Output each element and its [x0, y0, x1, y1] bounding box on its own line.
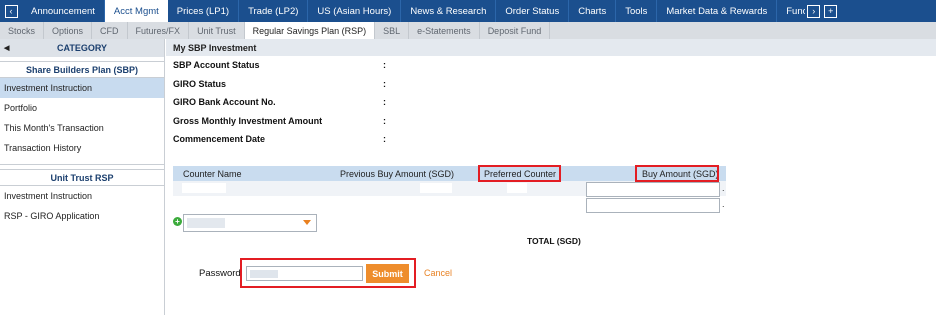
password-input[interactable]: [246, 266, 363, 281]
collapse-icon[interactable]: ◀: [4, 44, 9, 52]
tab-market-data-rewards[interactable]: Market Data & Rewards: [657, 0, 778, 22]
sidebar-item-rsp-giro-application[interactable]: RSP - GIRO Application: [0, 206, 164, 226]
info-label: Commencement Date: [173, 134, 266, 145]
sidebar-item-ut-investment-instruction[interactable]: Investment Instruction: [0, 186, 164, 206]
info-label: GIRO Bank Account No.: [173, 97, 276, 108]
category-label: CATEGORY: [56, 43, 107, 53]
row-dot: .: [722, 199, 725, 209]
add-tab-button[interactable]: +: [822, 0, 839, 22]
page-title: My SBP Investment: [166, 39, 936, 56]
subtab-cfd[interactable]: CFD: [92, 22, 128, 39]
category-header: ◀ CATEGORY: [0, 39, 164, 57]
counter-select[interactable]: [183, 214, 317, 232]
chevron-left-icon: ‹: [4, 4, 18, 18]
group-title-unit-trust-rsp: Unit Trust RSP: [0, 169, 164, 186]
subtab-unit-trust[interactable]: Unit Trust: [189, 22, 245, 39]
submit-button[interactable]: Submit: [366, 264, 409, 283]
redacted-cell: [182, 183, 226, 193]
subtab-sbl[interactable]: SBL: [375, 22, 410, 39]
tab-order-status[interactable]: Order Status: [496, 0, 570, 22]
info-row: GIRO Status:: [166, 75, 936, 94]
subtab-stocks[interactable]: Stocks: [0, 22, 45, 39]
info-colon: :: [383, 97, 386, 108]
add-counter-icon[interactable]: +: [173, 217, 182, 226]
redacted-cell: [507, 183, 527, 193]
password-label: Password: [199, 268, 241, 279]
info-row: Commencement Date:: [166, 130, 936, 149]
tab-prices-lp1[interactable]: Prices (LP1): [168, 0, 240, 22]
sidebar-item-this-month-transaction[interactable]: This Month's Transaction: [0, 118, 164, 138]
scroll-left-button[interactable]: ‹: [0, 0, 22, 22]
tab-trade-lp2[interactable]: Trade (LP2): [239, 0, 309, 22]
subtab-e-statements[interactable]: e-Statements: [409, 22, 480, 39]
info-colon: :: [383, 60, 386, 71]
tab-news-research[interactable]: News & Research: [401, 0, 497, 22]
sidebar: ◀ CATEGORY Share Builders Plan (SBP) Inv…: [0, 39, 165, 315]
top-navigation: ‹ Announcement Acct Mgmt Prices (LP1) Tr…: [0, 0, 936, 22]
row-dot: .: [722, 183, 725, 193]
group-title-sbp: Share Builders Plan (SBP): [0, 61, 164, 78]
info-colon: :: [383, 134, 386, 145]
subtab-rsp[interactable]: Regular Savings Plan (RSP): [244, 22, 376, 39]
divider: [0, 158, 164, 165]
tab-acct-mgmt[interactable]: Acct Mgmt: [104, 0, 168, 22]
redacted-cell: [420, 183, 452, 193]
subtab-futures-fx[interactable]: Futures/FX: [128, 22, 190, 39]
highlight-preferred-counter: [478, 165, 561, 182]
scroll-right-button[interactable]: ›: [805, 0, 822, 22]
buy-amount-input[interactable]: [586, 198, 720, 213]
info-row: GIRO Bank Account No.:: [166, 93, 936, 112]
chevron-down-icon: [303, 220, 311, 225]
info-row: SBP Account Status:: [166, 56, 936, 75]
subtab-options[interactable]: Options: [44, 22, 93, 39]
sub-navigation: Stocks Options CFD Futures/FX Unit Trust…: [0, 22, 936, 39]
main-content: My SBP Investment SBP Account Status: GI…: [166, 39, 936, 315]
info-colon: :: [383, 78, 386, 89]
cancel-link[interactable]: Cancel: [424, 268, 452, 278]
info-label: GIRO Status: [173, 78, 227, 89]
highlight-buy-amount: [635, 165, 719, 182]
sidebar-item-investment-instruction[interactable]: Investment Instruction: [0, 78, 164, 98]
subtab-deposit-fund[interactable]: Deposit Fund: [480, 22, 551, 39]
info-row: Gross Monthly Investment Amount:: [166, 112, 936, 131]
sidebar-item-portfolio[interactable]: Portfolio: [0, 98, 164, 118]
sidebar-item-transaction-history[interactable]: Transaction History: [0, 138, 164, 158]
total-label: TOTAL (SGD): [527, 236, 581, 246]
col-counter-name: Counter Name: [183, 169, 242, 179]
tab-func[interactable]: Func: [777, 0, 805, 22]
chevron-right-icon: ›: [807, 4, 821, 18]
counter-select-value: [187, 218, 225, 228]
tab-tools[interactable]: Tools: [616, 0, 658, 22]
col-previous-buy-amount: Previous Buy Amount (SGD): [340, 169, 455, 179]
buy-amount-input[interactable]: [586, 182, 720, 197]
info-label: SBP Account Status: [173, 60, 260, 71]
info-colon: :: [383, 115, 386, 126]
tab-announcement[interactable]: Announcement: [22, 0, 105, 22]
plus-icon: +: [824, 4, 838, 18]
tab-charts[interactable]: Charts: [569, 0, 617, 22]
password-value: [250, 270, 278, 278]
tab-us-asian-hours[interactable]: US (Asian Hours): [308, 0, 402, 22]
info-label: Gross Monthly Investment Amount: [173, 115, 323, 126]
